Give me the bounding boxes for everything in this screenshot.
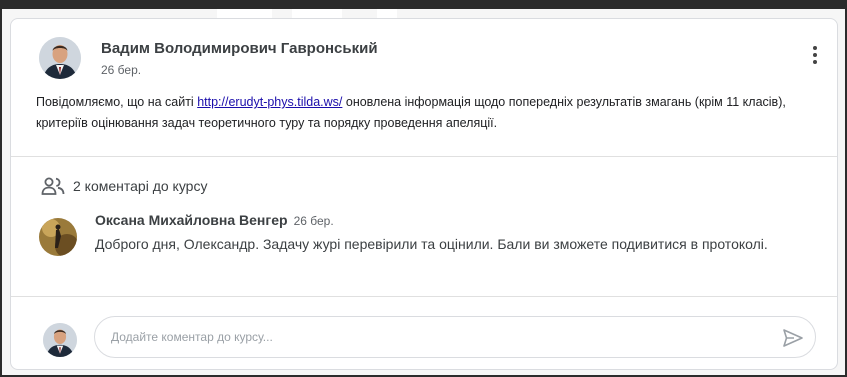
post-text-start: Повідомляємо, що на сайті <box>36 95 198 109</box>
people-icon <box>41 177 65 195</box>
more-options-button[interactable] <box>801 41 829 69</box>
commenter-avatar[interactable] <box>39 218 77 256</box>
post-author-name: Вадим Володимирович Гавронський <box>101 40 378 57</box>
comment-author-name: Оксана Михайловна Венгер <box>95 212 288 228</box>
post-header: Вадим Володимирович Гавронський 26 бер. <box>39 37 829 97</box>
post-date: 26 бер. <box>101 63 142 77</box>
comments-count-label: 2 коментарі до курсу <box>73 178 208 194</box>
send-icon[interactable] <box>781 326 805 350</box>
reply-box <box>94 316 816 358</box>
reply-row <box>39 313 829 361</box>
divider <box>11 296 837 297</box>
post-link[interactable]: http://erudyt-phys.tilda.ws/ <box>197 95 342 109</box>
class-comments-toggle[interactable]: 2 коментарі до курсу <box>41 174 207 198</box>
comment-date: 26 бер. <box>293 214 334 228</box>
announcement-card: Вадим Володимирович Гавронський 26 бер. … <box>10 18 838 370</box>
current-user-avatar <box>43 323 77 357</box>
comment-input[interactable] <box>111 317 731 357</box>
top-bar-segment <box>217 9 272 18</box>
post-body: Повідомляємо, що на сайті http://erudyt-… <box>36 92 826 134</box>
comment-text: Доброго дня, Олександр. Задачу журі пере… <box>95 236 768 252</box>
author-avatar[interactable] <box>39 37 81 79</box>
more-vert-icon <box>813 46 817 50</box>
top-bar-segment <box>377 9 397 18</box>
divider <box>11 156 837 157</box>
comment-author: Оксана Михайловна Венгер 26 бер. <box>95 212 334 228</box>
top-bar-segment <box>292 9 342 18</box>
